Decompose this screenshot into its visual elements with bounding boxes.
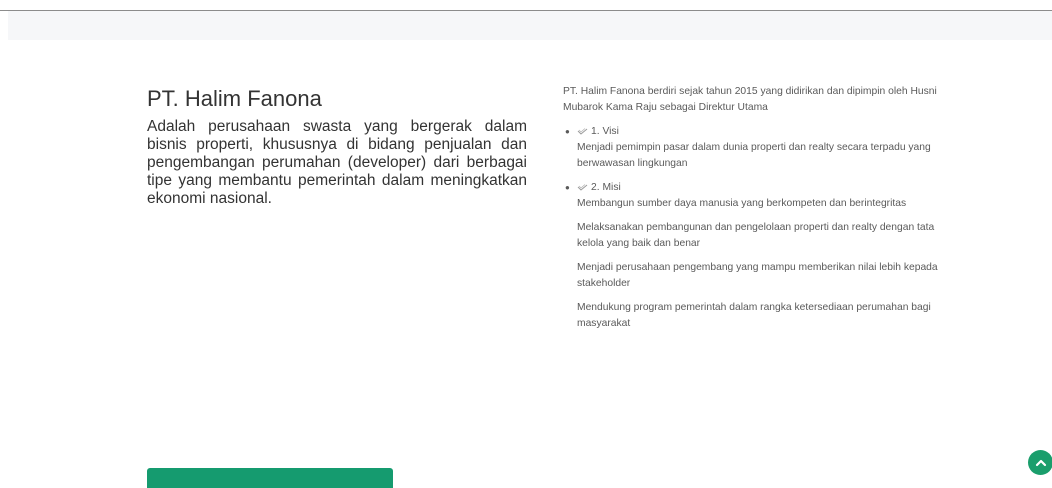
green-action-button[interactable] (147, 468, 393, 488)
misi-point-3: Menjadi perusahaan pengembang yang mampu… (577, 262, 938, 289)
misi-body: Membangun sumber daya manusia yang berko… (577, 196, 943, 332)
visi-text: Menjadi pemimpin pasar dalam dunia prope… (577, 142, 931, 169)
bullet-icon: ● (565, 127, 570, 136)
misi-title: 2. Misi (591, 182, 621, 193)
company-intro: PT. Halim Fanona Adalah perusahaan swast… (147, 86, 527, 208)
list-item-visi: ● 1. Visi Menjadi pemimpin pasar dalam d… (565, 124, 943, 172)
wing-checkmark-icon (577, 128, 588, 135)
list-item-misi: ● 2. Misi Membangun sumber daya manusia … (565, 180, 943, 332)
about-lead: PT. Halim Fanona berdiri sejak tahun 201… (563, 86, 937, 113)
misi-title-row: 2. Misi (577, 180, 943, 196)
misi-point-1: Membangun sumber daya manusia yang berko… (577, 198, 907, 209)
vision-mission-list: ● 1. Visi Menjadi pemimpin pasar dalam d… (563, 124, 943, 332)
wing-checkmark-icon (577, 184, 588, 191)
visi-title: 1. Visi (591, 126, 619, 137)
visi-body: Menjadi pemimpin pasar dalam dunia prope… (577, 140, 943, 172)
scroll-to-top-button[interactable] (1028, 450, 1052, 475)
company-description: Adalah perusahaan swasta yang bergerak d… (147, 118, 527, 207)
header-band (8, 11, 1052, 40)
visi-title-row: 1. Visi (577, 124, 943, 140)
company-about: PT. Halim Fanona berdiri sejak tahun 201… (563, 84, 943, 340)
misi-point-2: Melaksanakan pembangunan dan pengelolaan… (577, 222, 935, 249)
chevron-up-icon (1035, 459, 1046, 466)
company-name: PT. Halim Fanona (147, 86, 322, 111)
bullet-icon: ● (565, 183, 570, 192)
misi-point-4: Mendukung program pemerintah dalam rangk… (577, 302, 931, 329)
